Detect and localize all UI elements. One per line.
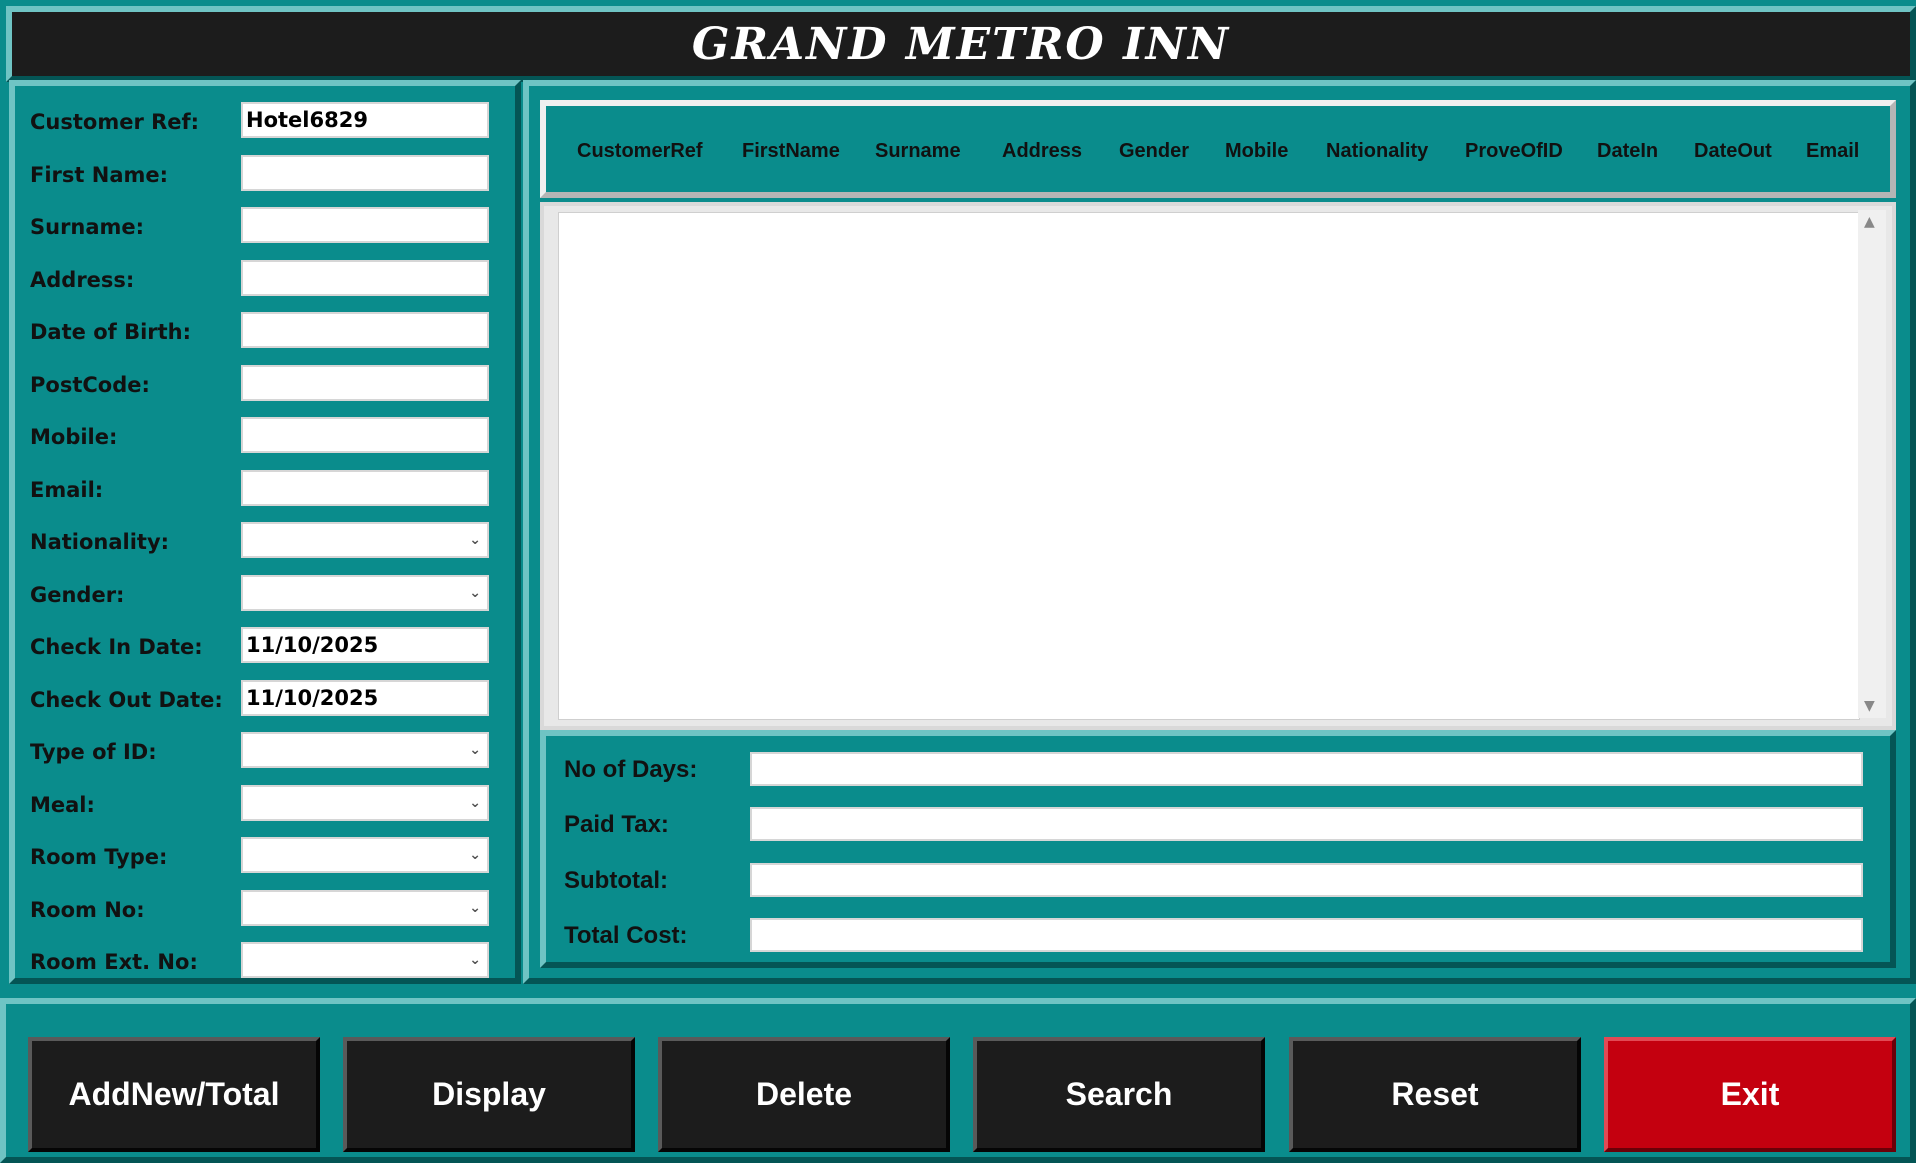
customer-ref-input[interactable]: Hotel6829: [241, 102, 489, 138]
check-out-date-label: Check Out Date:: [30, 688, 223, 712]
type-of-id-select[interactable]: ⌄: [241, 732, 489, 768]
no-of-days-label: No of Days:: [564, 756, 698, 783]
nationality-select[interactable]: ⌄: [241, 522, 489, 558]
add-new-total-button[interactable]: AddNew/Total: [28, 1037, 320, 1152]
chevron-down-icon[interactable]: ⌄: [469, 585, 481, 601]
header-datein[interactable]: DateIn: [1597, 140, 1658, 163]
reset-button[interactable]: Reset: [1289, 1037, 1581, 1152]
table-header: CustomerRef FirstName Surname Address Ge…: [540, 100, 1896, 198]
surname-label: Surname:: [30, 215, 145, 239]
postcode-input[interactable]: [241, 365, 489, 401]
meal-select[interactable]: ⌄: [241, 785, 489, 821]
header-customerref[interactable]: CustomerRef: [577, 140, 703, 163]
total-cost-field[interactable]: [750, 918, 1863, 952]
gender-select[interactable]: ⌄: [241, 575, 489, 611]
date-of-birth-label: Date of Birth:: [30, 320, 192, 344]
paid-tax-field[interactable]: [750, 807, 1863, 841]
customer-ref-label: Customer Ref:: [30, 110, 200, 134]
chevron-down-icon[interactable]: ⌄: [469, 847, 481, 863]
nationality-label: Nationality:: [30, 530, 170, 554]
email-input[interactable]: [241, 470, 489, 506]
surname-input[interactable]: [241, 207, 489, 243]
exit-button[interactable]: Exit: [1604, 1037, 1896, 1152]
check-in-date-input[interactable]: 11/10/2025: [241, 627, 489, 663]
app-title: GRAND METRO INN: [691, 18, 1231, 70]
mobile-label: Mobile:: [30, 425, 118, 449]
header-firstname[interactable]: FirstName: [742, 140, 840, 163]
triangle-down-icon[interactable]: ▼: [1864, 698, 1875, 714]
title-bar: GRAND METRO INN: [6, 6, 1916, 82]
no-of-days-field[interactable]: [750, 752, 1863, 786]
meal-label: Meal:: [30, 793, 95, 817]
postcode-label: PostCode:: [30, 373, 150, 397]
header-nationality[interactable]: Nationality: [1326, 140, 1428, 163]
chevron-down-icon[interactable]: ⌄: [469, 900, 481, 916]
first-name-label: First Name:: [30, 163, 169, 187]
room-ext-no-select[interactable]: ⌄: [241, 942, 489, 978]
email-label: Email:: [30, 478, 104, 502]
mobile-input[interactable]: [241, 417, 489, 453]
date-of-birth-input[interactable]: [241, 312, 489, 348]
total-cost-label: Total Cost:: [564, 922, 688, 949]
triangle-up-icon[interactable]: ▲: [1864, 214, 1875, 230]
button-bar: AddNew/Total Display Delete Search Reset…: [0, 998, 1916, 1163]
customer-form-panel: Customer Ref: Hotel6829 First Name: Surn…: [9, 80, 521, 984]
header-surname[interactable]: Surname: [875, 140, 961, 163]
room-type-select[interactable]: ⌄: [241, 837, 489, 873]
chevron-down-icon[interactable]: ⌄: [469, 795, 481, 811]
header-gender[interactable]: Gender: [1119, 140, 1189, 163]
chevron-down-icon[interactable]: ⌄: [469, 742, 481, 758]
check-out-date-input[interactable]: 11/10/2025: [241, 680, 489, 716]
subtotal-field[interactable]: [750, 863, 1863, 897]
display-button[interactable]: Display: [343, 1037, 635, 1152]
room-type-label: Room Type:: [30, 845, 168, 869]
delete-button[interactable]: Delete: [658, 1037, 950, 1152]
header-email[interactable]: Email: [1806, 140, 1859, 163]
header-mobile[interactable]: Mobile: [1225, 140, 1288, 163]
vertical-scrollbar[interactable]: ▲ ▼: [1858, 210, 1886, 718]
room-no-label: Room No:: [30, 898, 145, 922]
first-name-input[interactable]: [241, 155, 489, 191]
gender-label: Gender:: [30, 583, 125, 607]
records-list-frame: ▲ ▼: [540, 202, 1896, 730]
search-button[interactable]: Search: [973, 1037, 1265, 1152]
type-of-id-label: Type of ID:: [30, 740, 157, 764]
chevron-down-icon[interactable]: ⌄: [469, 952, 481, 968]
totals-panel: No of Days: Paid Tax: Subtotal: Total Co…: [540, 730, 1896, 968]
check-in-date-label: Check In Date:: [30, 635, 203, 659]
paid-tax-label: Paid Tax:: [564, 811, 669, 838]
header-address[interactable]: Address: [1002, 140, 1082, 163]
address-label: Address:: [30, 268, 135, 292]
header-proveofid[interactable]: ProveOfID: [1465, 140, 1563, 163]
records-listbox[interactable]: [558, 212, 1860, 720]
address-input[interactable]: [241, 260, 489, 296]
header-dateout[interactable]: DateOut: [1694, 140, 1772, 163]
subtotal-label: Subtotal:: [564, 867, 668, 894]
room-ext-no-label: Room Ext. No:: [30, 950, 198, 974]
chevron-down-icon[interactable]: ⌄: [469, 532, 481, 548]
room-no-select[interactable]: ⌄: [241, 890, 489, 926]
